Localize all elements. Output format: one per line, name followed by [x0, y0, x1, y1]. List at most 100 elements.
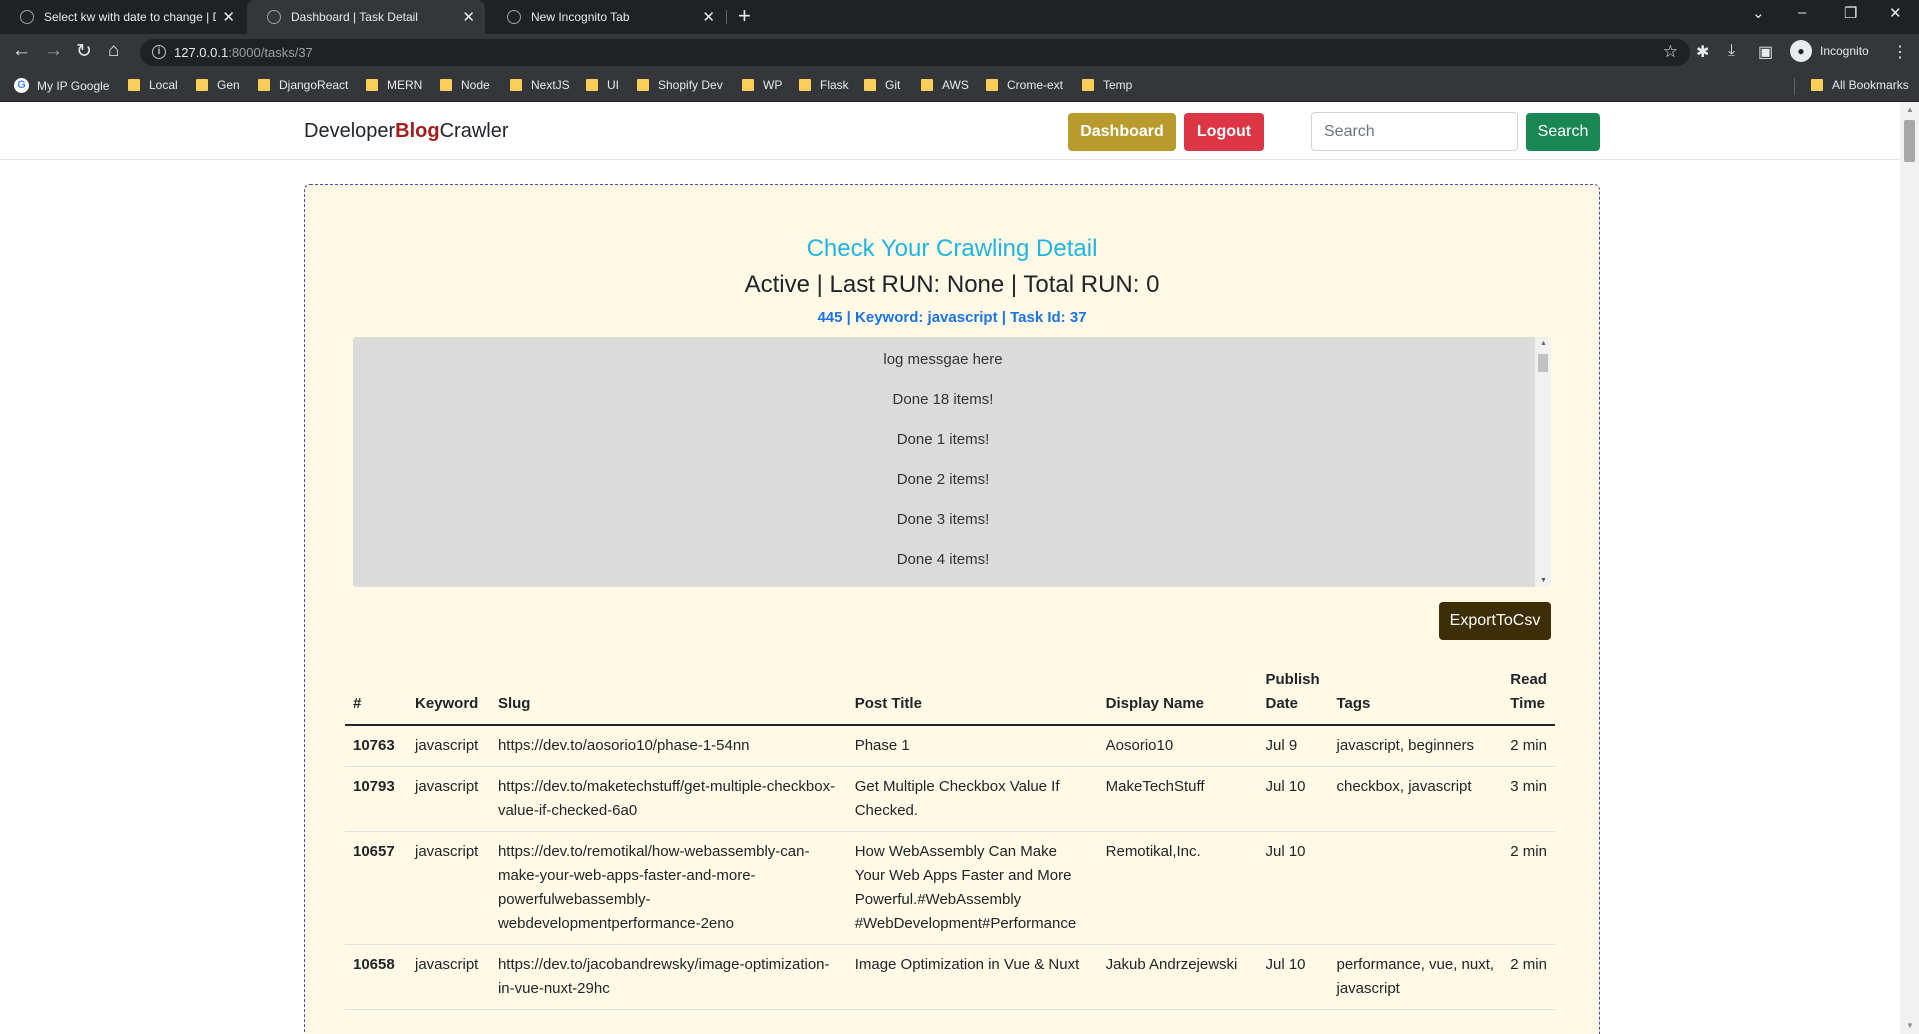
- cell-read-time: 3 min: [1502, 766, 1555, 832]
- profile-label: Incognito: [1820, 44, 1869, 58]
- search-input[interactable]: [1311, 112, 1518, 151]
- cell-display-name: Remotikal,Inc.: [1097, 831, 1258, 945]
- close-icon[interactable]: ✕: [462, 8, 475, 26]
- browser-tabstrip: Select kw with date to change | D ✕ Dash…: [0, 0, 1919, 34]
- globe-icon: [267, 10, 281, 24]
- site-navbar: DeveloperBlogCrawler Dashboard Logout Se…: [0, 102, 1900, 160]
- bookmark-item[interactable]: UI: [586, 78, 619, 92]
- cell-date: Jul 10: [1257, 766, 1329, 832]
- page-scrollbar[interactable]: ▲ ▼: [1900, 102, 1919, 1034]
- browser-tab-2[interactable]: New Incognito Tab ✕: [487, 0, 725, 34]
- table-row: 10793 javascript https://dev.to/maketech…: [345, 766, 1555, 832]
- cell-keyword: javascript: [406, 831, 490, 945]
- bookmark-item[interactable]: Crome-ext: [986, 78, 1063, 92]
- table-row: 10763 javascript https://dev.to/aosorio1…: [345, 725, 1555, 767]
- cell-read-time: 2 min: [1502, 725, 1555, 767]
- home-icon[interactable]: ⌂: [108, 40, 119, 62]
- folder-icon: [258, 79, 270, 91]
- bookmark-item[interactable]: Temp: [1082, 78, 1132, 92]
- cell-tags: javascript, beginners: [1328, 725, 1503, 767]
- cell-id: 10763: [345, 725, 407, 767]
- extensions-icon[interactable]: ✱: [1696, 42, 1709, 62]
- folder-icon: [510, 79, 522, 91]
- cell-id: 10658: [345, 944, 407, 1010]
- side-panel-icon[interactable]: ▣: [1758, 42, 1773, 62]
- bookmark-item[interactable]: Shopify Dev: [637, 78, 723, 92]
- logout-button[interactable]: Logout: [1184, 113, 1264, 151]
- cell-slug: https://dev.to/remotikal/how-webassembly…: [489, 831, 847, 945]
- site-brand[interactable]: DeveloperBlogCrawler: [304, 120, 509, 143]
- bookmark-item[interactable]: NextJS: [510, 78, 570, 92]
- task-detail-card: Check Your Crawling Detail Active | Last…: [304, 184, 1600, 1034]
- google-icon: G: [14, 78, 29, 93]
- all-bookmarks[interactable]: All Bookmarks: [1811, 78, 1909, 92]
- bookmark-item[interactable]: MERN: [366, 78, 422, 92]
- bookmark-item[interactable]: Local: [128, 78, 178, 92]
- window-close-icon[interactable]: ✕: [1889, 4, 1902, 22]
- cell-date: Jul 9: [1257, 725, 1329, 767]
- export-csv-button[interactable]: ExportToCsv: [1439, 602, 1551, 640]
- folder-icon: [864, 79, 876, 91]
- cell-read-time: 2 min: [1502, 831, 1555, 945]
- menu-icon[interactable]: ⋮: [1892, 42, 1908, 62]
- cell-id: 10793: [345, 766, 407, 832]
- task-subtitle: 445 | Keyword: javascript | Task Id: 37: [817, 309, 1087, 326]
- task-status: Active | Last RUN: None | Total RUN: 0: [744, 271, 1160, 298]
- profile-button[interactable]: ● Incognito: [1790, 40, 1869, 62]
- cell-display-name: Aosorio10: [1097, 725, 1258, 767]
- bookmark-item[interactable]: DjangoReact: [258, 78, 348, 92]
- browser-tab-0[interactable]: Select kw with date to change | D ✕: [0, 0, 245, 34]
- folder-icon: [799, 79, 811, 91]
- scroll-thumb[interactable]: [1538, 354, 1548, 372]
- close-icon[interactable]: ✕: [702, 8, 715, 26]
- table-header-row: # Keyword Slug Post Title Display Name P…: [345, 662, 1555, 726]
- restore-icon[interactable]: ❐: [1844, 4, 1857, 22]
- tab-title: Select kw with date to change | D: [44, 10, 217, 24]
- dashboard-button[interactable]: Dashboard: [1068, 113, 1176, 151]
- url-text[interactable]: 127.0.0.1:8000/tasks/37: [174, 45, 313, 60]
- column-header: Tags: [1328, 662, 1503, 726]
- folder-icon: [128, 79, 140, 91]
- cell-display-name: MakeTechStuff: [1097, 766, 1258, 832]
- scroll-up-icon[interactable]: ▲: [1540, 340, 1547, 347]
- bookmark-item[interactable]: G My IP Google: [14, 78, 109, 93]
- cell-date: Jul 10: [1257, 831, 1329, 945]
- folder-icon: [440, 79, 452, 91]
- download-icon[interactable]: ⤓: [1728, 42, 1735, 60]
- cell-title: Image Optimization in Vue & Nuxt: [846, 944, 1098, 1010]
- omnibox[interactable]: i 127.0.0.1:8000/tasks/37 ☆: [140, 39, 1690, 66]
- search-button[interactable]: Search: [1526, 113, 1600, 151]
- site-info-icon[interactable]: i: [152, 45, 166, 59]
- close-icon[interactable]: ✕: [222, 8, 235, 26]
- bookmark-item[interactable]: Gen: [196, 78, 240, 92]
- column-header: Display Name: [1097, 662, 1258, 726]
- browser-tab-1[interactable]: Dashboard | Task Detail ✕: [247, 0, 485, 34]
- table-row: 10657 javascript https://dev.to/remotika…: [345, 831, 1555, 945]
- log-scrollbar[interactable]: ▲ ▼: [1535, 337, 1551, 587]
- scroll-thumb[interactable]: [1904, 120, 1915, 162]
- cell-date: Jul 10: [1257, 944, 1329, 1010]
- log-line: Done 3 items!: [896, 511, 990, 528]
- column-header: Publish Date: [1257, 662, 1329, 726]
- scroll-down-icon[interactable]: ▼: [1540, 577, 1547, 584]
- bookmark-star-icon[interactable]: ☆: [1663, 42, 1678, 62]
- bookmark-item[interactable]: Flask: [799, 78, 849, 92]
- bookmark-item[interactable]: Git: [864, 78, 900, 92]
- log-line: Done 1 items!: [896, 431, 990, 448]
- folder-icon: [1082, 79, 1094, 91]
- scroll-down-icon[interactable]: ▼: [1906, 1021, 1914, 1030]
- tab-search-icon[interactable]: ⌄: [1752, 4, 1765, 22]
- back-icon[interactable]: ←: [12, 40, 31, 62]
- folder-icon: [921, 79, 933, 91]
- minimize-icon[interactable]: –: [1798, 4, 1806, 21]
- cell-tags: [1328, 831, 1503, 945]
- log-box[interactable]: log messgae here Done 18 items! Done 1 i…: [353, 337, 1551, 587]
- bookmark-item[interactable]: Node: [440, 78, 490, 92]
- bookmark-item[interactable]: AWS: [921, 78, 969, 92]
- forward-icon[interactable]: →: [44, 40, 63, 62]
- reload-icon[interactable]: ↻: [76, 40, 92, 63]
- bookmark-item[interactable]: WP: [742, 78, 782, 92]
- column-header: Post Title: [846, 662, 1098, 726]
- new-tab-icon[interactable]: +: [738, 3, 751, 29]
- scroll-up-icon[interactable]: ▲: [1906, 105, 1914, 114]
